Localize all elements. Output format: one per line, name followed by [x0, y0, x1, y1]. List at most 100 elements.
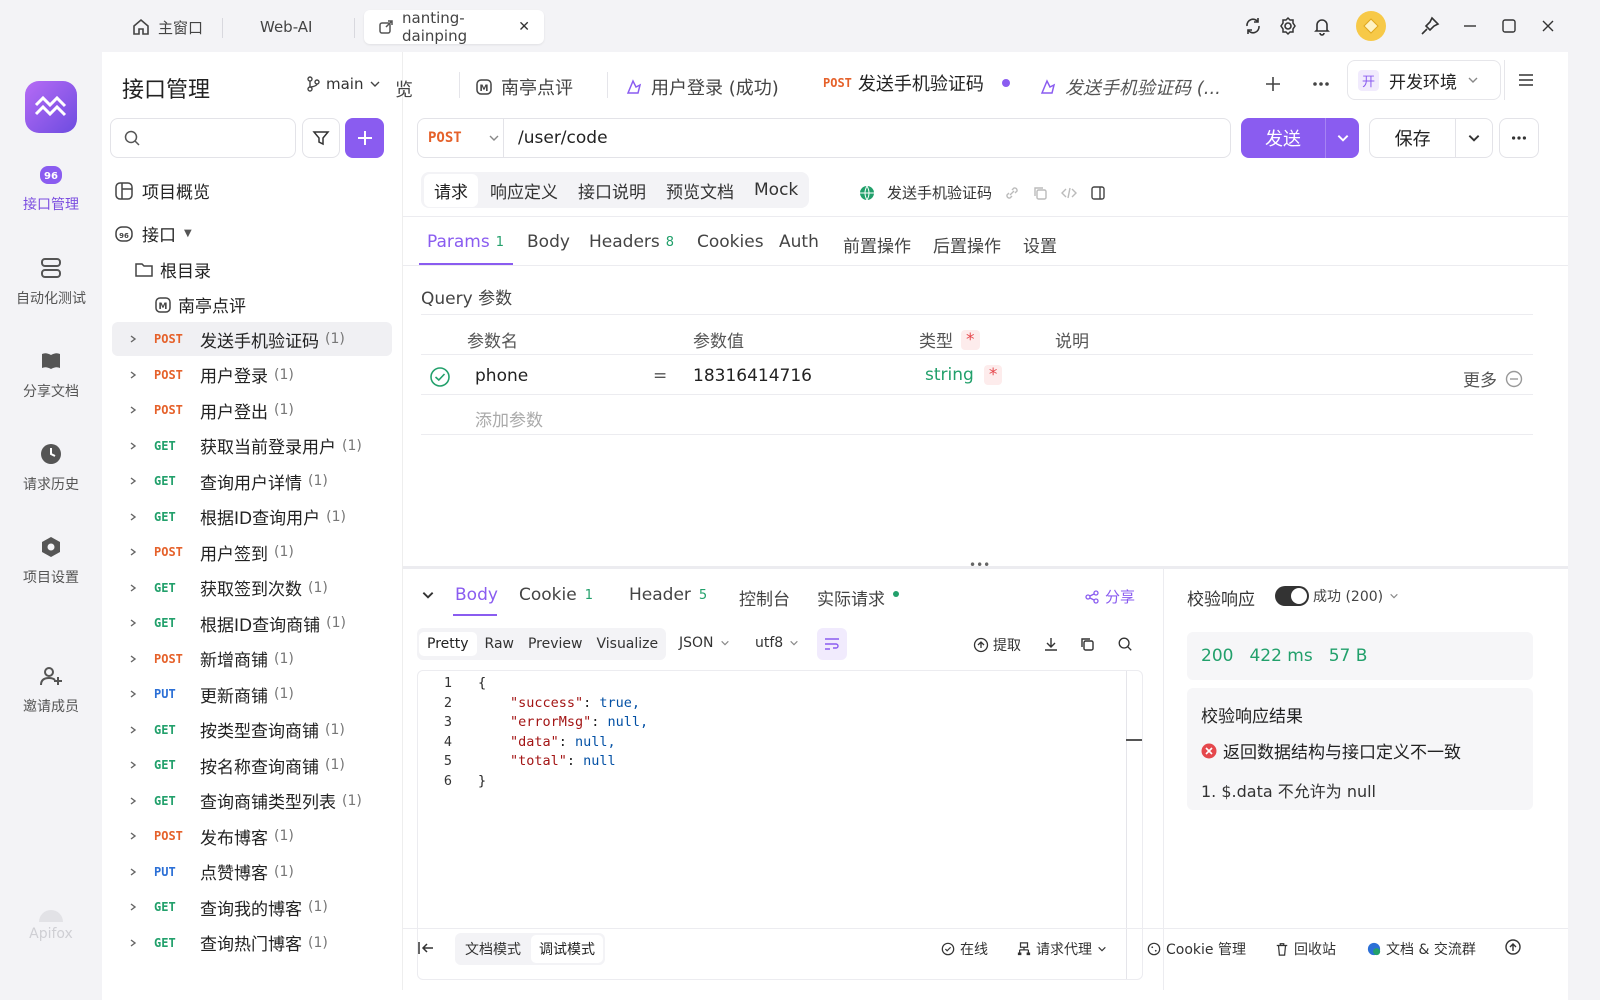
- endpoint-item[interactable]: GET 查询商铺类型列表 (1): [112, 784, 392, 818]
- add-button[interactable]: [345, 118, 384, 158]
- debug-mode-button[interactable]: 调试模式: [531, 935, 603, 963]
- chevron-right-icon[interactable]: [112, 831, 154, 841]
- add-param-input[interactable]: 添加参数: [475, 406, 543, 431]
- params-tab[interactable]: 前置操作: [843, 232, 911, 257]
- chevron-right-icon[interactable]: [112, 867, 154, 877]
- chevron-right-icon[interactable]: [112, 902, 154, 912]
- rail-item-automation[interactable]: 自动化测试: [0, 256, 102, 308]
- encoding-select[interactable]: utf8: [755, 635, 799, 651]
- params-tab[interactable]: Cookies: [697, 232, 764, 252]
- window-tab-webai[interactable]: Web-AI: [246, 10, 326, 44]
- save-button[interactable]: 保存: [1369, 118, 1493, 158]
- endpoint-item[interactable]: PUT 更新商铺 (1): [112, 677, 392, 711]
- settings-icon[interactable]: [1276, 14, 1300, 38]
- params-tab[interactable]: Auth: [779, 232, 819, 252]
- more-tabs-icon[interactable]: [1311, 74, 1331, 94]
- view-pretty[interactable]: Pretty: [419, 632, 477, 656]
- branch-selector[interactable]: main: [306, 75, 381, 93]
- rail-item-invite[interactable]: 邀请成员: [0, 664, 102, 716]
- share-button[interactable]: 分享: [1085, 586, 1135, 607]
- params-tab[interactable]: Params 1: [427, 232, 504, 252]
- proxy-select[interactable]: 请求代理: [1017, 939, 1107, 959]
- upload-icon[interactable]: [1505, 939, 1521, 955]
- endpoint-item[interactable]: GET 查询我的博客 (1): [112, 890, 392, 924]
- project-overview-item[interactable]: 项目概览: [114, 178, 210, 203]
- search-icon[interactable]: [1117, 636, 1133, 652]
- chevron-right-icon[interactable]: [112, 938, 154, 948]
- code-icon[interactable]: [1060, 185, 1078, 201]
- chevron-right-icon[interactable]: [112, 725, 154, 735]
- format-select[interactable]: JSON: [679, 635, 730, 651]
- bell-icon[interactable]: [1310, 14, 1334, 38]
- endpoint-item[interactable]: GET 获取当前登录用户 (1): [112, 429, 392, 463]
- endpoint-item[interactable]: GET 查询用户详情 (1): [112, 464, 392, 498]
- rail-item-history[interactable]: 请求历史: [0, 442, 102, 494]
- view-raw[interactable]: Raw: [479, 632, 520, 656]
- cookie-manager[interactable]: Cookie 管理: [1147, 939, 1246, 959]
- rail-item-share-docs[interactable]: 分享文档: [0, 349, 102, 401]
- api-root-item[interactable]: 96 接口 ▼: [114, 221, 192, 246]
- copy-icon[interactable]: [1032, 185, 1048, 201]
- param-type-select[interactable]: string *: [925, 365, 1003, 385]
- params-tab[interactable]: Headers 8: [589, 232, 674, 252]
- window-tab-project[interactable]: nanting-dainping ✕: [364, 9, 544, 45]
- new-tab-button[interactable]: [1263, 74, 1283, 94]
- close-tab-icon[interactable]: ✕: [518, 19, 530, 35]
- rail-item-api[interactable]: 96 接口管理: [0, 162, 102, 214]
- chevron-down-icon[interactable]: [1456, 131, 1492, 145]
- subtab-mock[interactable]: Mock: [746, 176, 806, 204]
- endpoint-item[interactable]: POST 用户签到 (1): [112, 535, 392, 569]
- filter-button[interactable]: [302, 118, 340, 158]
- search-input[interactable]: [110, 118, 296, 158]
- wrap-toggle[interactable]: [817, 628, 847, 660]
- params-tab[interactable]: Body: [527, 232, 570, 252]
- subtab-preview-doc[interactable]: 预览文档: [658, 174, 742, 207]
- extract-button[interactable]: 提取: [973, 635, 1021, 655]
- subtab-request[interactable]: 请求: [424, 173, 478, 207]
- copy-icon[interactable]: [1079, 636, 1095, 652]
- avatar[interactable]: [1356, 11, 1386, 41]
- docs-community[interactable]: 文档 & 交流群: [1367, 939, 1476, 959]
- endpoint-item[interactable]: POST 发布博客 (1): [112, 819, 392, 853]
- tab-send-code-active[interactable]: POST 发送手机验证码: [809, 62, 1021, 106]
- rail-item-project-settings[interactable]: 项目设置: [0, 535, 102, 587]
- send-button[interactable]: 发送: [1241, 118, 1359, 158]
- chevron-right-icon[interactable]: [112, 618, 154, 628]
- subtab-response-def[interactable]: 响应定义: [482, 174, 566, 207]
- chevron-right-icon[interactable]: [112, 796, 154, 806]
- online-status[interactable]: 在线: [941, 939, 988, 959]
- param-more-button[interactable]: 更多: [1463, 366, 1523, 391]
- more-actions-button[interactable]: [1499, 118, 1539, 158]
- tab-user-login[interactable]: 用户登录 (成功): [625, 74, 779, 100]
- param-name-input[interactable]: phone: [475, 366, 528, 386]
- param-enabled-checkbox[interactable]: [429, 366, 451, 388]
- endpoint-item[interactable]: GET 查询热门博客 (1): [112, 926, 392, 960]
- validate-toggle[interactable]: [1275, 586, 1309, 606]
- validate-status-select[interactable]: 成功 (200): [1313, 586, 1399, 606]
- response-tab[interactable]: Cookie 1: [519, 585, 593, 605]
- minimize-icon[interactable]: [1458, 14, 1482, 38]
- params-tab[interactable]: 设置: [1023, 232, 1057, 257]
- params-tab[interactable]: 后置操作: [933, 232, 1001, 257]
- collapse-sidebar-icon[interactable]: [417, 940, 435, 956]
- endpoint-item[interactable]: GET 根据ID查询用户 (1): [112, 500, 392, 534]
- api-name[interactable]: 发送手机验证码: [887, 182, 992, 203]
- response-tab[interactable]: Body: [455, 585, 498, 605]
- response-tab[interactable]: 控制台: [739, 585, 790, 610]
- response-tab[interactable]: Header 5: [629, 585, 707, 605]
- minus-circle-icon[interactable]: [1505, 370, 1523, 388]
- endpoint-item[interactable]: GET 按名称查询商铺 (1): [112, 748, 392, 782]
- collapse-icon[interactable]: [421, 588, 435, 602]
- param-value-input[interactable]: 18316414716: [693, 366, 812, 386]
- chevron-right-icon[interactable]: [112, 476, 154, 486]
- method-selector[interactable]: POST: [418, 119, 504, 157]
- view-visualize[interactable]: Visualize: [590, 632, 664, 656]
- endpoint-item[interactable]: POST 新增商铺 (1): [112, 642, 392, 676]
- subtab-api-doc[interactable]: 接口说明: [570, 174, 654, 207]
- layout-icon[interactable]: [1090, 185, 1106, 201]
- window-tab-home[interactable]: 主窗口: [118, 10, 217, 44]
- endpoint-item[interactable]: POST 用户登出 (1): [112, 393, 392, 427]
- response-tab[interactable]: 实际请求: [817, 585, 899, 610]
- chevron-right-icon[interactable]: [112, 405, 154, 415]
- endpoint-item[interactable]: POST 用户登录 (1): [112, 358, 392, 392]
